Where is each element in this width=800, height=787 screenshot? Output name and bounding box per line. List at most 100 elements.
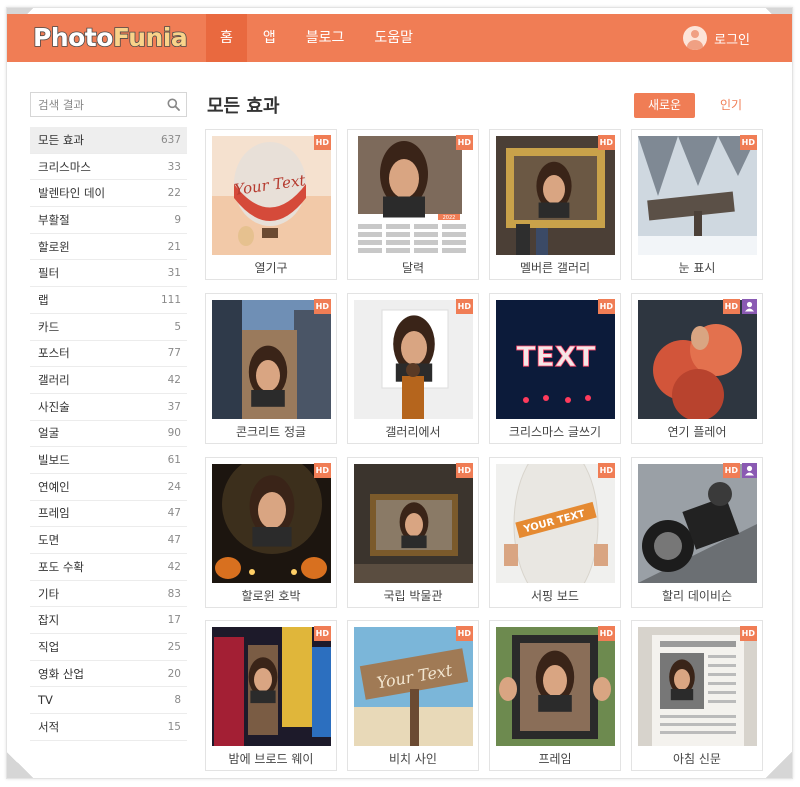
sidebar-category-item[interactable]: 랩 111 bbox=[30, 287, 187, 314]
sidebar-category-item[interactable]: 필터 31 bbox=[30, 260, 187, 288]
sidebar-category-item[interactable]: 부활절 9 bbox=[30, 207, 187, 234]
effect-thumbnail[interactable] bbox=[212, 627, 331, 746]
sidebar-category-item[interactable]: 얼굴 90 bbox=[30, 421, 187, 448]
effect-card[interactable]: Your Text HD 비치 사인 bbox=[347, 620, 479, 771]
sidebar-category-item[interactable]: TV 8 bbox=[30, 687, 187, 715]
hd-badge: HD bbox=[597, 626, 615, 641]
effect-card[interactable]: HD 할리 데이비슨 bbox=[631, 457, 763, 608]
hd-badge: HD bbox=[739, 626, 757, 641]
effect-thumbnail[interactable]: YOUR TEXT bbox=[496, 464, 615, 583]
hd-badge: HD bbox=[455, 135, 473, 150]
nav-home[interactable]: 홈 bbox=[206, 14, 247, 62]
category-count: 31 bbox=[167, 267, 181, 280]
category-count: 8 bbox=[174, 694, 181, 707]
effect-thumbnail[interactable] bbox=[638, 627, 757, 746]
effect-thumbnail[interactable] bbox=[638, 464, 757, 583]
effect-thumbnail[interactable] bbox=[354, 300, 473, 419]
effect-thumbnail[interactable] bbox=[496, 136, 615, 255]
sidebar-category-item[interactable]: 빌보드 61 bbox=[30, 447, 187, 474]
effect-card[interactable]: HD 갤러리에서 bbox=[347, 293, 479, 444]
effect-thumbnail[interactable]: 2022 bbox=[354, 136, 473, 255]
sort-new-button[interactable]: 새로운 bbox=[634, 93, 695, 118]
hd-badge: HD bbox=[455, 626, 473, 641]
sidebar-category-item[interactable]: 카드 5 bbox=[30, 314, 187, 341]
category-label: 모든 효과 bbox=[38, 132, 84, 147]
nav-help[interactable]: 도움말 bbox=[360, 14, 427, 62]
hd-badge: HD bbox=[313, 135, 331, 150]
sidebar-category-item[interactable]: 서적 15 bbox=[30, 714, 187, 741]
effect-thumbnail[interactable] bbox=[496, 627, 615, 746]
sidebar-category-item[interactable]: 영화 산업 20 bbox=[30, 661, 187, 688]
category-count: 20 bbox=[167, 667, 181, 680]
hd-badge: HD bbox=[722, 463, 740, 478]
nav-blog[interactable]: 블로그 bbox=[292, 14, 359, 62]
login-button[interactable]: 로그인 bbox=[683, 26, 750, 50]
effect-card[interactable]: 2022 HD 달력 bbox=[347, 129, 479, 280]
effect-thumbnail[interactable] bbox=[354, 464, 473, 583]
sort-popular-button[interactable]: 인기 bbox=[706, 93, 756, 118]
category-label: 연예인 bbox=[38, 479, 70, 494]
sidebar-category-item[interactable]: 크리스마스 33 bbox=[30, 154, 187, 181]
sidebar-category-item[interactable]: 포스터 77 bbox=[30, 341, 187, 368]
effect-card[interactable]: TEXT HD 크리스마스 글쓰기 bbox=[489, 293, 621, 444]
effect-thumbnail[interactable] bbox=[212, 464, 331, 583]
sidebar-category-item[interactable]: 프레임 47 bbox=[30, 501, 187, 528]
effect-thumbnail[interactable] bbox=[638, 136, 757, 255]
category-count: 111 bbox=[160, 293, 181, 306]
search-input[interactable] bbox=[31, 93, 161, 116]
effect-card[interactable]: HD 콘크리트 정글 bbox=[205, 293, 337, 444]
sidebar-category-item[interactable]: 사진술 37 bbox=[30, 394, 187, 421]
effect-caption: 밤에 브로드 웨이 bbox=[228, 752, 314, 766]
sidebar-category-item[interactable]: 모든 효과 637 bbox=[30, 127, 187, 154]
category-label: 부활절 bbox=[38, 212, 70, 227]
effect-card[interactable]: YOUR TEXT HD 서핑 보드 bbox=[489, 457, 621, 608]
effect-thumbnail[interactable]: TEXT bbox=[496, 300, 615, 419]
effect-card[interactable]: HD 아침 신문 bbox=[631, 620, 763, 771]
effect-caption: 크리스마스 글쓰기 bbox=[508, 425, 602, 439]
effect-card[interactable]: HD 멜버른 갤러리 bbox=[489, 129, 621, 280]
page-corner-decoration bbox=[766, 752, 792, 778]
effect-card[interactable]: HD 눈 표시 bbox=[631, 129, 763, 280]
effect-card[interactable]: Your Text HD 열기구 bbox=[205, 129, 337, 280]
sidebar-category-item[interactable]: 기타 83 bbox=[30, 581, 187, 608]
effect-thumbnail[interactable]: Your Text bbox=[212, 136, 331, 255]
effect-thumbnail[interactable] bbox=[638, 300, 757, 419]
login-label: 로그인 bbox=[714, 32, 750, 48]
effect-thumbnail[interactable] bbox=[212, 300, 331, 419]
category-label: 사진술 bbox=[38, 399, 70, 414]
logo-word-photo: Photo bbox=[32, 22, 114, 53]
effect-caption: 할로윈 호박 bbox=[241, 589, 301, 603]
effect-card[interactable]: HD 국립 박물관 bbox=[347, 457, 479, 608]
sidebar-category-item[interactable]: 할로윈 21 bbox=[30, 234, 187, 261]
category-count: 637 bbox=[160, 133, 181, 146]
photofunia-logo[interactable]: PhotoFunia bbox=[32, 22, 188, 53]
effect-card[interactable]: HD 프레임 bbox=[489, 620, 621, 771]
main-nav: 홈 앱 블로그 도움말 bbox=[206, 14, 427, 62]
sidebar-category-item[interactable]: 잡지 17 bbox=[30, 607, 187, 635]
svg-text:2022: 2022 bbox=[443, 215, 456, 221]
nav-apps[interactable]: 앱 bbox=[249, 14, 290, 62]
effect-card[interactable]: HD 연기 플레어 bbox=[631, 293, 763, 444]
sidebar-category-item[interactable]: 발렌타인 데이 22 bbox=[30, 180, 187, 208]
sidebar-category-item[interactable]: 포도 수확 42 bbox=[30, 554, 187, 581]
effect-card[interactable]: HD 밤에 브로드 웨이 bbox=[205, 620, 337, 771]
user-avatar-icon bbox=[683, 26, 708, 50]
hd-badge: HD bbox=[739, 135, 757, 150]
category-count: 24 bbox=[167, 480, 181, 493]
sidebar-category-item[interactable]: 갤러리 42 bbox=[30, 367, 187, 394]
logo-word-funia: Funia bbox=[112, 22, 188, 53]
search-icon[interactable] bbox=[167, 98, 180, 111]
category-count: 47 bbox=[167, 534, 181, 547]
effect-caption: 비치 사인 bbox=[389, 752, 437, 766]
effect-caption: 눈 표시 bbox=[678, 261, 716, 275]
effect-thumbnail[interactable]: Your Text bbox=[354, 627, 473, 746]
category-count: 61 bbox=[167, 454, 181, 467]
category-count: 21 bbox=[167, 240, 181, 253]
sidebar-category-item[interactable]: 도면 47 bbox=[30, 527, 187, 554]
effect-card[interactable]: HD 할로윈 호박 bbox=[205, 457, 337, 608]
category-count: 22 bbox=[167, 187, 181, 200]
effect-caption: 연기 플레어 bbox=[667, 425, 727, 439]
sidebar-category-item[interactable]: 직업 25 bbox=[30, 634, 187, 661]
sidebar-category-item[interactable]: 연예인 24 bbox=[30, 474, 187, 501]
category-label: 영화 산업 bbox=[38, 666, 84, 681]
